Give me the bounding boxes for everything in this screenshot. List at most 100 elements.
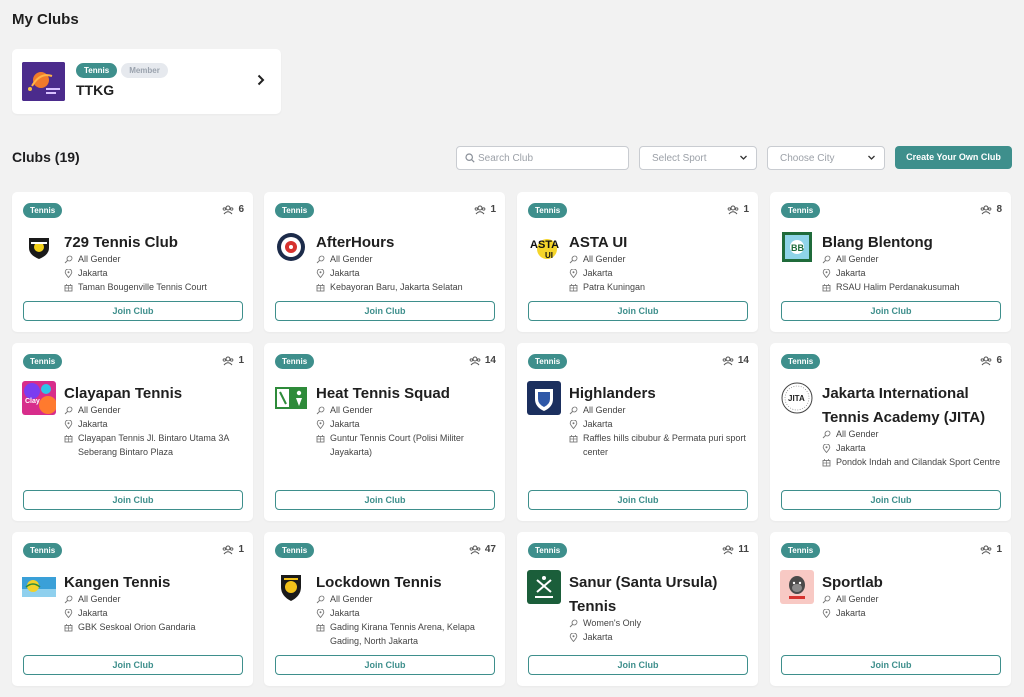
gender-text: All Gender (836, 594, 879, 604)
club-card-lockdown-tennis[interactable]: Tennis 47 Lockdown Tennis All Gender Jaka… (264, 532, 505, 686)
location-pin-icon (822, 444, 831, 453)
member-count-value: 1 (238, 355, 244, 366)
join-club-button[interactable]: Join Club (275, 655, 495, 675)
city-text: Jakarta (836, 608, 866, 618)
svg-text:BB: BB (791, 243, 804, 253)
sportlab-gorilla-logo (780, 570, 814, 604)
club-card-729-tennis-club[interactable]: Tennis 6 729 Tennis Club All Gender Jakar… (12, 192, 253, 332)
venue-text: Guntur Tennis Court (Polisi Militer Jaya… (330, 433, 464, 457)
sport-tag: Tennis (23, 354, 63, 369)
join-club-button[interactable]: Join Club (528, 490, 748, 510)
chevron-right-icon[interactable] (257, 73, 265, 89)
club-info: All Gender Jakarta Patra Kuningan (569, 252, 749, 294)
join-club-button[interactable]: Join Club (23, 301, 243, 321)
club-card-asta-ui[interactable]: Tennis 1 ASTA UI ASTA UI All Gender Jakart… (517, 192, 758, 332)
venue-icon (316, 284, 325, 292)
join-club-button[interactable]: Join Club (275, 301, 495, 321)
sport-tag: Tennis (528, 203, 568, 218)
asta-ui-logo: ASTA UI (527, 230, 561, 264)
join-club-button[interactable]: Join Club (781, 655, 1001, 675)
gender-text: All Gender (78, 405, 121, 415)
club-card-sanur-santa-ursula-tennis[interactable]: Tennis 11 Sanur (Santa Ursula) Tennis Wo… (517, 532, 758, 686)
racket-icon (316, 406, 325, 415)
venue-icon (64, 435, 73, 443)
join-club-button[interactable]: Join Club (781, 301, 1001, 321)
gender-row: All Gender (64, 592, 244, 606)
choose-city-dropdown[interactable]: Choose City (767, 146, 885, 170)
svg-text:UI: UI (545, 251, 553, 260)
racket-icon (316, 595, 325, 604)
join-club-button[interactable]: Join Club (23, 655, 243, 675)
racket-icon (822, 430, 831, 439)
sport-tag: Tennis (275, 354, 315, 369)
city-row: Jakarta (316, 266, 496, 280)
gender-text: All Gender (78, 254, 121, 264)
venue-icon (569, 435, 578, 443)
member-count-value: 6 (996, 355, 1002, 366)
club-card-highlanders[interactable]: Tennis 14 Highlanders All Gender Jakarta R… (517, 343, 758, 521)
club-info: All Gender Jakarta Gading Kirana Tennis Ar… (316, 592, 496, 648)
gender-row: All Gender (316, 403, 496, 417)
city-row: Jakarta (822, 606, 1002, 620)
city-text: Jakarta (583, 632, 613, 642)
my-club-card-ttkg[interactable]: Tennis Member TTKG (12, 49, 281, 114)
sanur-logo (527, 570, 561, 604)
member-count-value: 14 (737, 355, 749, 366)
join-club-button[interactable]: Join Club (528, 655, 748, 675)
city-row: Jakarta (569, 630, 749, 644)
members-icon (223, 355, 234, 365)
gender-row: Women's Only (569, 616, 749, 630)
club-info: All Gender Jakarta RSAU Halim Perdanakusum… (822, 252, 1002, 294)
club-card-kangen-tennis[interactable]: Tennis 1 Kangen Tennis All Gender Jakarta… (12, 532, 253, 686)
sport-tag: Tennis (528, 543, 568, 558)
role-tag: Member (121, 63, 168, 78)
members-icon (981, 204, 992, 214)
gender-row: All Gender (64, 403, 244, 417)
sport-tag: Tennis (275, 543, 315, 558)
join-club-button[interactable]: Join Club (781, 490, 1001, 510)
member-count: 1 (727, 204, 749, 215)
members-icon (223, 204, 234, 214)
kangen-logo (22, 570, 56, 604)
gender-text: Women's Only (583, 618, 642, 628)
club-card-jakarta-international-tennis-academy-jita[interactable]: Tennis 6 JITA Jakarta International Tenn… (770, 343, 1011, 521)
city-text: Jakarta (78, 419, 108, 429)
member-count-value: 1 (996, 544, 1002, 555)
club-card-sportlab[interactable]: Tennis 1 Sportlab All Gender Jakarta Join… (770, 532, 1011, 686)
create-club-button[interactable]: Create Your Own Club (895, 146, 1012, 169)
sport-tag: Tennis (23, 543, 63, 558)
city-row: Jakarta (316, 417, 496, 431)
afterhours-round-logo (274, 230, 308, 264)
gender-text: All Gender (330, 405, 373, 415)
club-info: All Gender Jakarta (822, 592, 1002, 620)
venue-row: Taman Bougenville Tennis Court (64, 280, 244, 294)
venue-icon (64, 284, 73, 292)
club-name: Sanur (Santa Ursula) Tennis (569, 574, 718, 615)
jita-logo: JITA (780, 381, 814, 415)
club-card-clayapan-tennis[interactable]: Tennis 1 Clay Clayapan Tennis All Gender… (12, 343, 253, 521)
club-info: All Gender Jakarta Clayapan Tennis Jl. Bin… (64, 403, 244, 459)
members-icon (469, 544, 481, 554)
search-input[interactable] (478, 150, 618, 166)
club-card-heat-tennis-squad[interactable]: Tennis 14 Heat Tennis Squad All Gender Ja… (264, 343, 505, 521)
svg-text:ASTA: ASTA (530, 239, 559, 251)
join-club-button[interactable]: Join Club (275, 490, 495, 510)
members-icon (728, 204, 739, 214)
select-sport-dropdown[interactable]: Select Sport (639, 146, 757, 170)
club-card-blang-blentong[interactable]: Tennis 8 BB Blang Blentong All Gender Jak… (770, 192, 1011, 332)
club-info: All Gender Jakarta Raffles hills cibubur &… (569, 403, 749, 459)
city-text: Jakarta (330, 268, 360, 278)
729-badge-logo (22, 230, 56, 264)
member-count: 47 (469, 544, 496, 555)
join-club-button[interactable]: Join Club (528, 301, 748, 321)
racket-icon (822, 595, 831, 604)
club-info: Women's Only Jakarta (569, 616, 749, 644)
member-count-value: 47 (484, 544, 496, 555)
member-count-value: 1 (238, 544, 244, 555)
city-row: Jakarta (569, 266, 749, 280)
location-pin-icon (64, 269, 73, 278)
club-card-afterhours[interactable]: Tennis 1 AfterHours All Gender Jakarta Keb… (264, 192, 505, 332)
join-club-button[interactable]: Join Club (23, 490, 243, 510)
search-club-field[interactable] (456, 146, 629, 170)
sport-tag: Tennis (76, 63, 118, 78)
